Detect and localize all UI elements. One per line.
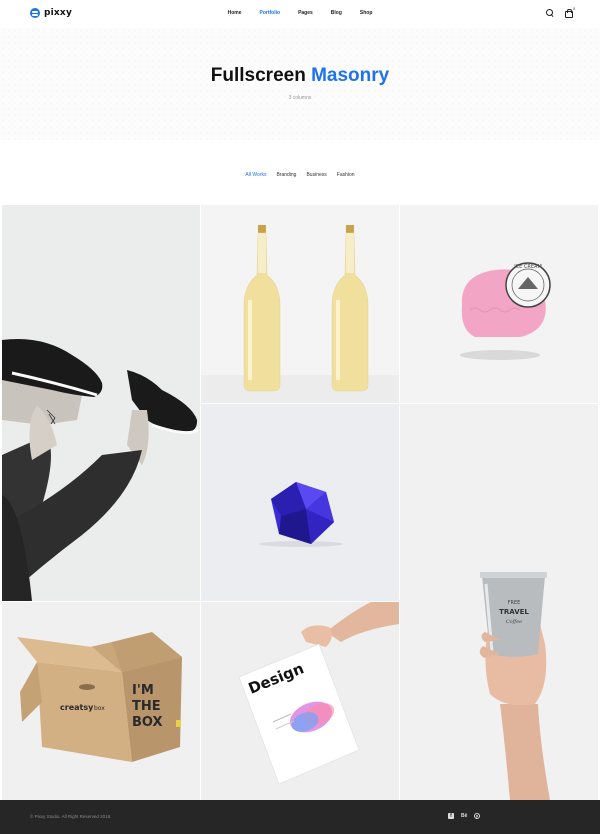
- box-brand: creatsy: [60, 703, 94, 712]
- gem-image: [259, 482, 343, 547]
- filter-fashion[interactable]: Fashion: [337, 172, 355, 178]
- search-icon[interactable]: [546, 9, 554, 17]
- nav-item-pages[interactable]: Pages: [298, 10, 313, 16]
- portfolio-grid: ICE CREAM FREE TRAVEL Coffee I'M THE BOX…: [2, 205, 598, 800]
- header-icons: 0: [546, 6, 576, 18]
- cart-icon[interactable]: 0: [564, 6, 576, 18]
- portfolio-item-poster[interactable]: Design: [201, 602, 399, 800]
- page-subtitle: 3 columns: [288, 95, 312, 101]
- sneakers-image: [2, 339, 199, 601]
- portfolio-item-ice-cream[interactable]: ICE CREAM: [400, 205, 598, 403]
- page-title-accent: Masonry: [311, 65, 390, 86]
- pinterest-icon[interactable]: p: [474, 813, 480, 819]
- filter-all-works[interactable]: All Works: [245, 172, 266, 178]
- portfolio-item-gem[interactable]: [201, 404, 399, 601]
- site-header: pixxy Home Portfolio Pages Blog Shop 0: [0, 0, 600, 28]
- portfolio-item-bottles[interactable]: [201, 205, 399, 403]
- main-nav: Home Portfolio Pages Blog Shop: [0, 10, 600, 16]
- box-image: I'M THE BOX creatsy box: [17, 632, 182, 762]
- portfolio-item-sneakers[interactable]: [2, 205, 200, 601]
- box-brand-suffix: box: [94, 705, 105, 712]
- cart-count-badge: 0: [573, 6, 576, 11]
- portfolio-item-box[interactable]: I'M THE BOX creatsy box: [2, 602, 200, 800]
- box-slogan-1: I'M: [132, 683, 154, 698]
- box-slogan-2: THE: [132, 699, 161, 714]
- filter-branding[interactable]: Branding: [276, 172, 296, 178]
- nav-item-shop[interactable]: Shop: [360, 10, 373, 16]
- cup-text-1: FREE: [508, 600, 521, 606]
- social-links: f Bē p: [448, 813, 480, 819]
- site-footer: © Pixxy Studio. All Right Reserved 2018.…: [0, 800, 600, 834]
- copyright-text: © Pixxy Studio. All Right Reserved 2018.: [30, 814, 112, 819]
- portfolio-item-travel-cup[interactable]: FREE TRAVEL Coffee: [400, 404, 598, 800]
- ice-cream-image: ICE CREAM: [460, 262, 551, 360]
- stamp-text: ICE CREAM: [514, 264, 542, 270]
- page-title: Fullscreen Masonry: [0, 65, 600, 87]
- portfolio-filters: All Works Branding Business Fashion: [0, 172, 600, 178]
- behance-icon[interactable]: Bē: [461, 813, 467, 819]
- filter-business[interactable]: Business: [306, 172, 326, 178]
- nav-item-portfolio[interactable]: Portfolio: [260, 10, 281, 16]
- box-slogan-3: BOX: [132, 715, 163, 730]
- nav-item-blog[interactable]: Blog: [331, 10, 342, 16]
- poster-image: Design: [238, 602, 399, 785]
- cup-text-3: Coffee: [506, 619, 522, 625]
- travel-cup-image: FREE TRAVEL Coffee: [479, 572, 550, 800]
- bottles-image: [201, 225, 399, 403]
- cup-text-2: TRAVEL: [499, 608, 529, 616]
- page-hero: Fullscreen Masonry 3 columns: [0, 28, 600, 140]
- page-title-main: Fullscreen: [210, 65, 306, 86]
- nav-item-home[interactable]: Home: [228, 10, 242, 16]
- facebook-icon[interactable]: f: [448, 813, 454, 819]
